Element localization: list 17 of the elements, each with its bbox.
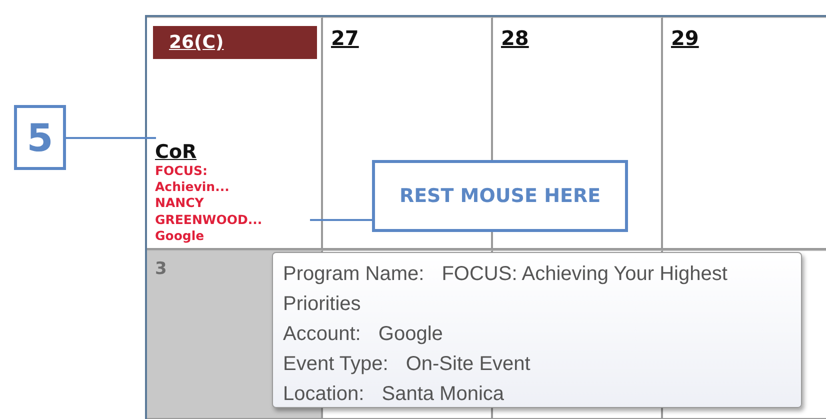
leader-line (310, 219, 372, 221)
day-number[interactable]: 29 (671, 26, 699, 50)
event-text: Achievin... (155, 179, 230, 196)
day-number[interactable]: 27 (331, 26, 359, 50)
day-number[interactable]: 26(C) (153, 26, 317, 59)
tooltip-field: Account: Google (283, 319, 791, 349)
tooltip-field: Location: Santa Monica (283, 379, 791, 409)
event-text: GREENWOOD... (155, 212, 262, 228)
event-text: NANCY (155, 195, 204, 212)
tooltip-field: Program Name: FOCUS: Achieving Your Highest Priorities (283, 259, 791, 319)
callout-number: 5 (14, 105, 66, 170)
tooltip-field: Event Type: On-Site Event (283, 349, 791, 379)
event-text: FOCUS: (155, 162, 208, 179)
event-title[interactable]: CoR (155, 142, 197, 163)
day-number[interactable]: 28 (501, 26, 529, 50)
event-text: Google (155, 228, 204, 244)
callout-box: REST MOUSE HERE (372, 160, 628, 232)
